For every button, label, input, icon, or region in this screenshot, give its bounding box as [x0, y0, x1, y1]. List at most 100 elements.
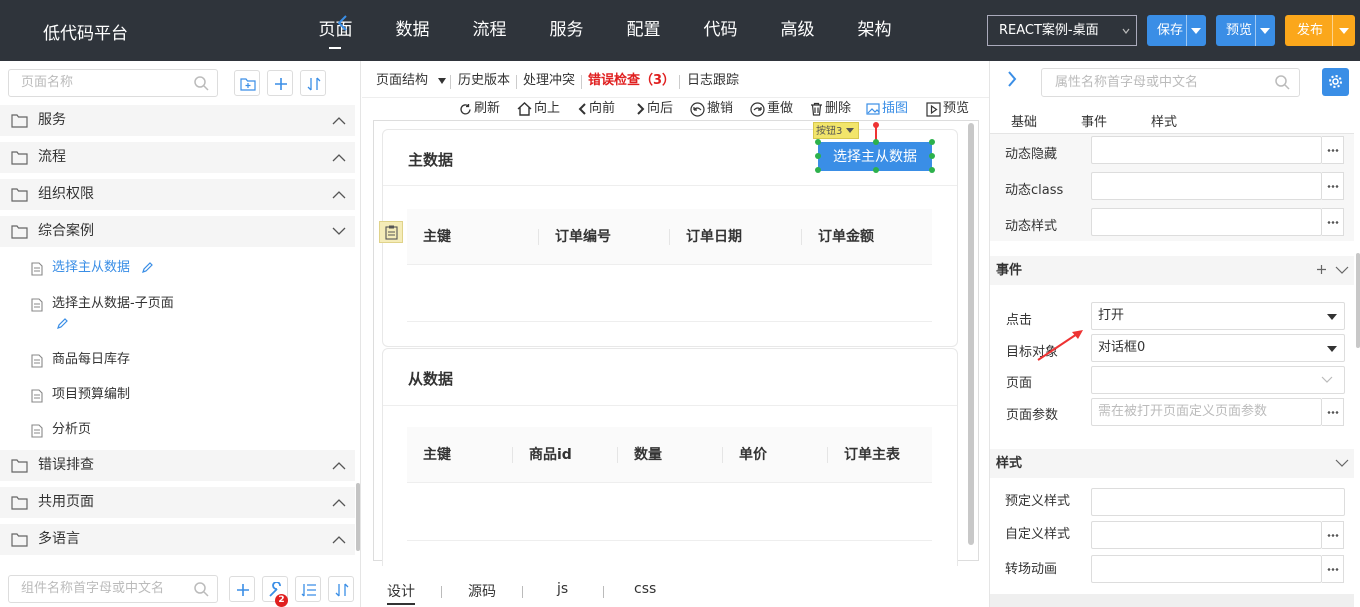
resize-handle[interactable]	[929, 139, 935, 145]
settings-button[interactable]	[1322, 68, 1349, 96]
clipboard-icon[interactable]	[379, 221, 403, 243]
app-select[interactable]: REACT案例-桌面	[987, 15, 1137, 46]
more-button[interactable]	[1322, 398, 1344, 426]
page-search-input[interactable]: 页面名称	[8, 69, 218, 97]
more-button[interactable]	[1322, 136, 1344, 164]
column-header[interactable]: 主键	[423, 427, 451, 483]
redo-button[interactable]: 重做	[750, 99, 793, 119]
nav-config[interactable]: 配置	[605, 0, 682, 61]
collapse-panel-icon[interactable]	[336, 14, 348, 32]
tab-basic[interactable]: 基础	[1011, 111, 1037, 130]
tab-log[interactable]: 日志跟踪	[687, 64, 739, 98]
tab-css[interactable]: css	[634, 581, 656, 597]
column-header[interactable]: 单价	[739, 427, 767, 483]
add-component-button[interactable]	[229, 576, 255, 602]
tab-styles[interactable]: 样式	[1151, 111, 1177, 130]
nav-flow[interactable]: 流程	[451, 0, 528, 61]
tree-group-troubleshoot[interactable]: 错误排查	[0, 450, 355, 481]
expand-panel-icon[interactable]	[1007, 71, 1017, 87]
insert-image-button[interactable]: 插图	[866, 99, 908, 119]
sort-button[interactable]	[300, 70, 326, 96]
column-header[interactable]: 主键	[423, 209, 451, 265]
caret-down-icon[interactable]	[1260, 28, 1270, 34]
up-button[interactable]: 向上	[517, 99, 560, 119]
tools-button[interactable]: 2	[262, 576, 288, 607]
next-section-header[interactable]	[990, 594, 1354, 607]
tab-js[interactable]: js	[557, 581, 568, 597]
tree-item-daily-stock[interactable]: 商品每日库存	[0, 350, 355, 372]
tree-group-shared-pages[interactable]: 共用页面	[0, 487, 355, 518]
more-button[interactable]	[1322, 172, 1344, 200]
transition-input[interactable]	[1091, 555, 1322, 583]
more-button[interactable]	[1322, 208, 1344, 236]
predefined-style-input[interactable]	[1091, 488, 1345, 516]
rotate-handle[interactable]	[873, 122, 879, 140]
tree-item-budget[interactable]: 项目预算编制	[0, 385, 355, 407]
edit-icon[interactable]	[141, 262, 153, 274]
events-section-header[interactable]: 事件	[990, 256, 1354, 285]
column-header[interactable]: 订单金额	[818, 209, 874, 265]
resize-handle[interactable]	[815, 167, 821, 173]
page-select[interactable]	[1091, 366, 1345, 394]
preview-page-button[interactable]: 预览	[926, 99, 969, 119]
nav-code[interactable]: 代码	[682, 0, 759, 61]
column-header[interactable]: 商品id	[529, 427, 572, 483]
property-search-input[interactable]: 属性名称首字母或中文名	[1041, 68, 1300, 97]
tree-item-master-detail-subpage[interactable]: 选择主从数据-子页面	[0, 294, 355, 334]
delete-button[interactable]: 删除	[810, 99, 851, 119]
add-page-button[interactable]	[267, 70, 293, 96]
target-select[interactable]: 对话框0	[1091, 334, 1345, 362]
column-header[interactable]: 订单日期	[686, 209, 742, 265]
edit-icon[interactable]	[56, 318, 68, 330]
page-params-input[interactable]: 需在被打开页面定义页面参数	[1091, 398, 1322, 426]
refresh-button[interactable]: 刷新	[459, 99, 500, 119]
dynamic-hide-input[interactable]	[1091, 136, 1322, 164]
styles-section-header[interactable]: 样式	[990, 449, 1354, 478]
column-header[interactable]: 订单主表	[844, 427, 900, 483]
add-folder-button[interactable]	[234, 70, 260, 96]
nav-data[interactable]: 数据	[374, 0, 451, 61]
tree-scrollbar[interactable]	[356, 483, 360, 551]
plus-icon[interactable]	[1316, 264, 1327, 275]
component-search-input[interactable]: 组件名称首字母或中文名	[8, 575, 218, 603]
tree-group-service[interactable]: 服务	[0, 105, 355, 136]
nav-advanced[interactable]: 高级	[759, 0, 836, 61]
resize-handle[interactable]	[873, 139, 879, 145]
more-button[interactable]	[1322, 521, 1344, 549]
chevron-down-icon[interactable]	[1335, 459, 1349, 468]
tree-group-i18n[interactable]: 多语言	[0, 524, 355, 555]
forward-button[interactable]: 向前	[578, 99, 615, 119]
undo-button[interactable]: 撤销	[690, 99, 733, 119]
backward-button[interactable]: 向后	[636, 99, 673, 119]
tree-group-flow[interactable]: 流程	[0, 142, 355, 173]
resize-handle[interactable]	[929, 167, 935, 173]
caret-down-icon[interactable]	[1191, 28, 1201, 34]
click-select[interactable]: 打开	[1091, 302, 1345, 330]
more-button[interactable]	[1322, 555, 1344, 583]
nav-architecture[interactable]: 架构	[836, 0, 913, 61]
list-order-button[interactable]	[295, 576, 321, 602]
caret-down-icon[interactable]	[1339, 28, 1349, 34]
custom-style-input[interactable]	[1091, 521, 1322, 549]
tab-history[interactable]: 历史版本	[458, 64, 510, 98]
publish-button[interactable]: 发布	[1285, 15, 1355, 46]
resize-handle[interactable]	[815, 153, 821, 159]
tab-page-structure[interactable]: 页面结构	[376, 64, 447, 98]
column-header[interactable]: 数量	[634, 427, 662, 483]
canvas-scrollbar[interactable]	[968, 123, 974, 545]
tree-item-analysis[interactable]: 分析页	[0, 420, 355, 442]
tree-item-master-detail[interactable]: 选择主从数据	[0, 258, 355, 280]
chevron-down-icon[interactable]	[1335, 266, 1349, 275]
tab-design[interactable]: 设计	[387, 581, 415, 605]
component-tag[interactable]: 按钮3	[813, 122, 860, 139]
preview-button[interactable]: 预览	[1216, 15, 1275, 46]
dynamic-style-input[interactable]	[1091, 208, 1322, 236]
resize-handle[interactable]	[815, 139, 821, 145]
resize-handle[interactable]	[873, 167, 879, 173]
sort-button[interactable]	[328, 576, 354, 602]
nav-service[interactable]: 服务	[528, 0, 605, 61]
tab-events[interactable]: 事件	[1081, 111, 1107, 130]
properties-scrollbar[interactable]	[1356, 253, 1360, 348]
tree-group-cases[interactable]: 综合案例	[0, 216, 355, 247]
resize-handle[interactable]	[929, 153, 935, 159]
